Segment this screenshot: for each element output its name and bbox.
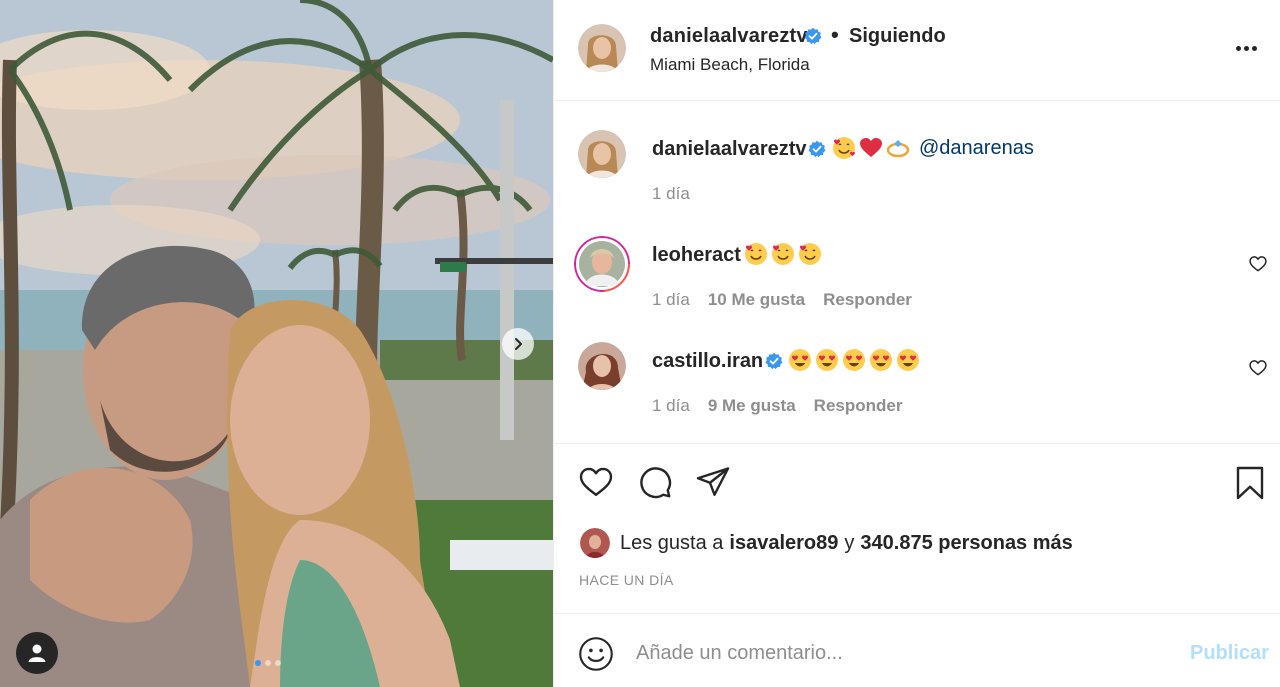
comment-likes-count[interactable]: 10 Me gusta bbox=[708, 290, 805, 310]
comment-meta: 1 día 10 Me gusta Responder bbox=[652, 290, 912, 310]
post-caption: danielaalvareztv @danarenas 1 día bbox=[554, 130, 1280, 210]
comment-text bbox=[744, 242, 822, 266]
post-timestamp[interactable]: HACE UN DÍA bbox=[579, 572, 674, 588]
likes-prefix: Les gusta a bbox=[620, 531, 724, 554]
heart-outline-icon[interactable] bbox=[1248, 254, 1268, 274]
comment-meta: 1 día 9 Me gusta Responder bbox=[652, 396, 902, 416]
header-separator: • bbox=[831, 22, 839, 47]
user-tag-icon bbox=[28, 644, 46, 662]
smiling-face-with-hearts-icon bbox=[745, 243, 767, 265]
post-header: danielaalvareztv • Siguiendo Miami Beach… bbox=[554, 0, 1280, 101]
comment-item: leoheract 1 día 10 Me gusta Responder bbox=[554, 236, 1280, 326]
carousel-dot-active bbox=[255, 660, 261, 666]
comment-item: castillo.iran 1 día 9 Me gusta Responder bbox=[554, 342, 1280, 432]
comment-time[interactable]: 1 día bbox=[652, 290, 690, 310]
next-photo-button[interactable] bbox=[502, 328, 534, 360]
comment-text bbox=[788, 348, 920, 372]
author-avatar[interactable] bbox=[578, 24, 626, 72]
ring-icon bbox=[886, 140, 910, 158]
author-username[interactable]: danielaalvareztv bbox=[650, 25, 808, 48]
comment-input[interactable] bbox=[636, 636, 1156, 670]
verified-badge-icon bbox=[765, 352, 783, 370]
more-dot bbox=[1235, 45, 1241, 51]
liker-username[interactable]: isavalero89 bbox=[729, 532, 838, 555]
share-send-icon[interactable] bbox=[695, 464, 731, 500]
post-location[interactable]: Miami Beach, Florida bbox=[650, 55, 810, 75]
post-actions: Les gusta a isavalero89 y 340.875 person… bbox=[554, 443, 1280, 613]
commenter-avatar[interactable] bbox=[574, 236, 630, 292]
post-photo-scene bbox=[0, 0, 553, 687]
tagged-users-button[interactable] bbox=[16, 632, 58, 674]
commenter-username[interactable]: leoheract bbox=[652, 244, 741, 267]
carousel-dot bbox=[265, 660, 271, 666]
caption-time[interactable]: 1 día bbox=[652, 184, 690, 204]
likes-summary: Les gusta a isavalero89 y 340.875 person… bbox=[580, 528, 1073, 558]
likes-connector: y bbox=[844, 531, 855, 554]
save-bookmark-icon[interactable] bbox=[1232, 464, 1268, 502]
chevron-right-icon bbox=[515, 338, 522, 350]
caption-mention[interactable]: @danarenas bbox=[919, 137, 1034, 160]
carousel-indicator bbox=[255, 660, 281, 666]
heart-eyes-icon bbox=[816, 349, 838, 371]
author-avatar[interactable] bbox=[578, 130, 626, 178]
post-details-panel: danielaalvareztv • Siguiendo Miami Beach… bbox=[553, 0, 1280, 687]
heart-eyes-icon bbox=[870, 349, 892, 371]
verified-badge-icon bbox=[804, 27, 822, 45]
heart-eyes-icon bbox=[789, 349, 811, 371]
more-dot bbox=[1243, 45, 1249, 51]
comment-likes-count[interactable]: 9 Me gusta bbox=[708, 396, 796, 416]
caption-username[interactable]: danielaalvareztv bbox=[652, 138, 807, 161]
liker-avatar[interactable] bbox=[580, 528, 610, 558]
comment-bubble-icon[interactable] bbox=[637, 464, 673, 500]
caption-text: @danarenas bbox=[832, 136, 1034, 160]
caption-meta: 1 día bbox=[652, 184, 690, 204]
heart-outline-icon[interactable] bbox=[1248, 358, 1268, 378]
like-heart-icon[interactable] bbox=[578, 464, 614, 500]
comment-time[interactable]: 1 día bbox=[652, 396, 690, 416]
follow-status-button[interactable]: Siguiendo bbox=[849, 25, 946, 48]
red-heart-icon bbox=[860, 138, 882, 157]
smiling-face-with-hearts-icon bbox=[772, 243, 794, 265]
heart-eyes-icon bbox=[843, 349, 865, 371]
likes-others[interactable]: 340.875 personas más bbox=[860, 532, 1072, 555]
more-options-button[interactable] bbox=[1232, 38, 1260, 58]
carousel-dot bbox=[275, 660, 281, 666]
more-dot bbox=[1251, 45, 1257, 51]
commenter-avatar[interactable] bbox=[578, 342, 626, 390]
reply-button[interactable]: Responder bbox=[823, 290, 912, 310]
verified-badge-icon bbox=[808, 140, 826, 158]
commenter-username[interactable]: castillo.iran bbox=[652, 350, 763, 373]
smiling-face-with-hearts-icon bbox=[799, 243, 821, 265]
publish-button[interactable]: Publicar bbox=[1190, 642, 1269, 665]
smiling-face-with-hearts-icon bbox=[833, 137, 855, 159]
reply-button[interactable]: Responder bbox=[814, 396, 903, 416]
heart-eyes-icon bbox=[897, 349, 919, 371]
post-photo[interactable] bbox=[0, 0, 553, 687]
emoji-picker-icon[interactable] bbox=[578, 636, 614, 672]
add-comment-bar: Publicar bbox=[554, 613, 1280, 687]
